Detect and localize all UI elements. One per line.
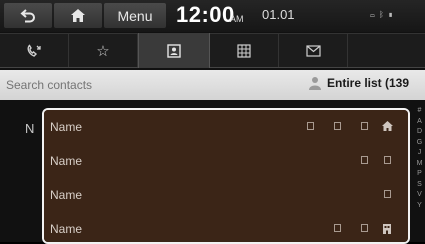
am-pm-indicator: AM xyxy=(230,14,244,24)
contact-name: Name xyxy=(50,120,83,134)
number-type-icon xyxy=(361,122,368,130)
index-letter: N xyxy=(25,121,35,136)
messages-icon xyxy=(305,44,321,57)
alphabet-index[interactable]: # A D G J M P S V Y xyxy=(414,106,425,211)
alphabet-letter[interactable]: D xyxy=(414,127,425,138)
contact-row[interactable]: Name xyxy=(44,110,408,145)
back-button[interactable] xyxy=(4,3,52,28)
number-type-icon xyxy=(334,122,341,130)
number-type-icon xyxy=(384,156,391,164)
alphabet-letter[interactable]: V xyxy=(414,190,425,201)
alphabet-letter[interactable]: G xyxy=(414,138,425,149)
home-button[interactable] xyxy=(54,3,102,28)
contact-row[interactable]: Name xyxy=(44,212,408,242)
call-history-icon xyxy=(27,43,41,57)
phone-tabs: ☆ xyxy=(0,33,425,68)
number-type-icon xyxy=(307,122,314,130)
alphabet-letter[interactable]: J xyxy=(414,148,425,159)
dial-pad-icon xyxy=(237,43,251,58)
signal-icon: ▮ xyxy=(388,10,394,19)
alphabet-letter[interactable]: S xyxy=(414,180,425,191)
home-icon xyxy=(71,9,85,22)
status-icons: ▭ ᛒ ▮ xyxy=(370,10,394,19)
date: 01.01 xyxy=(262,7,295,22)
contact-name: Name xyxy=(50,188,83,202)
number-type-icon xyxy=(334,224,341,232)
alphabet-letter[interactable]: # xyxy=(414,106,425,117)
contact-filter[interactable]: Entire list (139 xyxy=(309,76,409,90)
battery-icon: ▭ xyxy=(370,10,376,19)
tab-dial-pad[interactable] xyxy=(210,34,279,67)
contacts-list-area: N Name Name Name Name xyxy=(0,100,425,244)
contact-row[interactable]: Name xyxy=(44,144,408,179)
office-number-icon xyxy=(383,224,391,234)
menu-button[interactable]: Menu xyxy=(104,3,166,28)
contacts-list: Name Name Name Name xyxy=(42,108,410,244)
person-icon xyxy=(309,77,321,90)
number-type-icon xyxy=(361,156,368,164)
alphabet-letter[interactable]: Y xyxy=(414,201,425,212)
home-number-icon xyxy=(382,121,393,131)
tab-messages[interactable] xyxy=(279,34,348,67)
top-status-bar: Menu 12:00 AM 01.01 ▭ ᛒ ▮ xyxy=(0,0,425,32)
contacts-icon xyxy=(167,43,181,58)
tab-favorites[interactable]: ☆ xyxy=(69,34,138,67)
number-type-icon xyxy=(361,224,368,232)
alphabet-letter[interactable]: M xyxy=(414,159,425,170)
phone-screen: Menu 12:00 AM 01.01 ▭ ᛒ ▮ ☆ Search conta… xyxy=(0,0,425,244)
contact-name: Name xyxy=(50,154,83,168)
tab-contacts[interactable] xyxy=(138,33,210,68)
alphabet-letter[interactable]: P xyxy=(414,169,425,180)
favorites-star-icon: ☆ xyxy=(96,42,110,60)
clock: 12:00 xyxy=(176,2,235,27)
alphabet-letter[interactable]: A xyxy=(414,117,425,128)
search-bar: Entire list (139 xyxy=(0,70,425,100)
back-arrow-icon xyxy=(20,8,35,22)
bluetooth-icon: ᛒ xyxy=(379,10,385,19)
number-type-icon xyxy=(384,190,391,198)
contact-name: Name xyxy=(50,222,83,236)
search-contacts-input[interactable] xyxy=(6,78,236,92)
menu-label: Menu xyxy=(117,7,153,24)
tab-call-history[interactable] xyxy=(0,34,69,67)
contact-row[interactable]: Name xyxy=(44,178,408,213)
filter-label: Entire list (139 xyxy=(327,76,410,90)
